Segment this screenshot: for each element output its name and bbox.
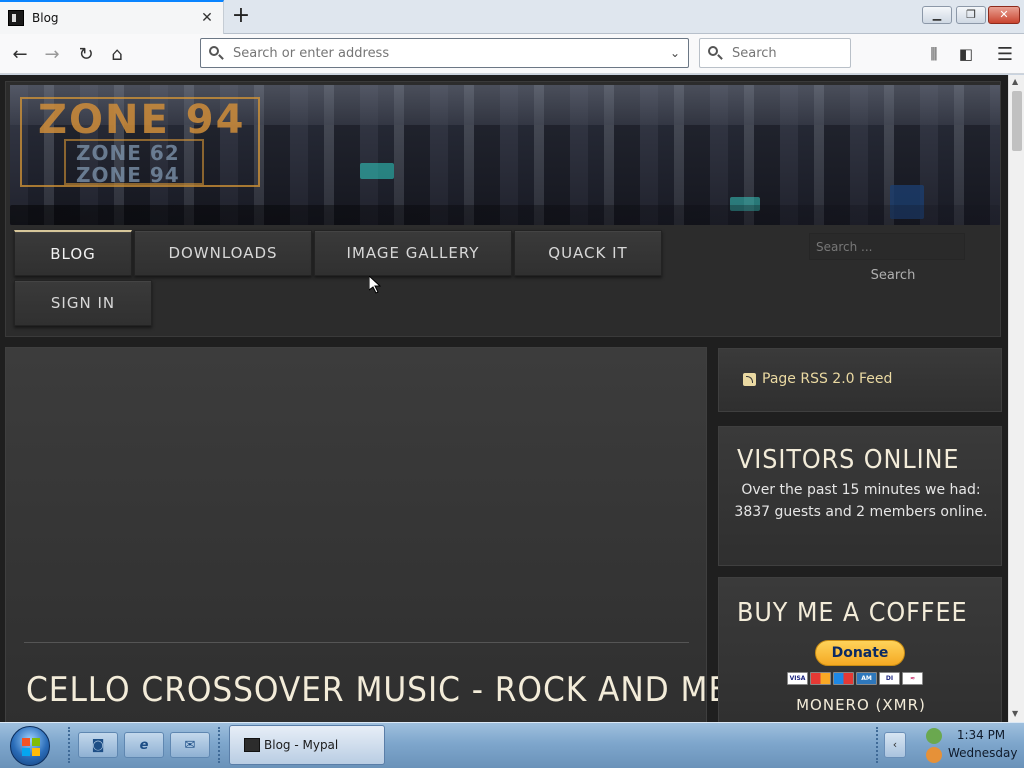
minimize-button[interactable]: ▁ <box>922 6 952 24</box>
menu-button[interactable]: ☰ <box>991 40 1019 68</box>
new-tab-button[interactable]: + <box>228 4 254 30</box>
donate-button[interactable]: Donate <box>815 640 905 666</box>
system-clock[interactable]: 1:34 PM Wednesday <box>948 726 1018 762</box>
tray-expand-button[interactable]: ‹ <box>884 732 906 758</box>
forward-arrow-icon: → <box>44 43 60 65</box>
header-banner-image: ZONE 94 ZONE 62 ZONE 94 <box>10 85 1000 225</box>
visitors-online-widget: VISITORS ONLINE Over the past 15 minutes… <box>718 426 1002 566</box>
logo-subtitle-1: ZONE 62 <box>76 141 180 165</box>
close-window-button[interactable]: ✕ <box>988 6 1020 24</box>
mail-icon: ✉ <box>184 737 196 753</box>
logo-subtitle-2: ZONE 94 <box>76 163 180 187</box>
search-icon <box>209 46 223 60</box>
monero-label: MONERO (XMR) <box>796 696 926 714</box>
network-icon[interactable] <box>926 728 942 744</box>
address-bar[interactable]: ⌄ <box>200 38 689 68</box>
scroll-down-icon[interactable]: ▼ <box>1012 709 1018 718</box>
reload-icon: ↻ <box>78 43 94 65</box>
restore-button[interactable]: ❐ <box>956 6 986 24</box>
forward-button[interactable]: → <box>38 40 66 68</box>
site-header: ZONE 94 ZONE 62 ZONE 94 BLOG DOWNLOADS I… <box>5 81 1001 337</box>
menu-item-blog[interactable]: BLOG <box>14 230 132 276</box>
windows-logo-icon <box>22 738 40 756</box>
nav-toolbar: ← → ↻ ⌂ ⌄ ⫼ ◧ ☰ <box>0 34 1024 74</box>
hamburger-menu-icon: ☰ <box>996 43 1014 65</box>
sidebar-button[interactable]: ◧ <box>952 40 980 68</box>
library-button[interactable]: ⫼ <box>920 40 948 68</box>
amex-card-icon: AM <box>856 672 877 685</box>
start-button[interactable] <box>10 726 50 766</box>
site-logo[interactable]: ZONE 94 <box>38 97 245 143</box>
quicklaunch-show-desktop[interactable]: ◙ <box>78 732 118 758</box>
rss-icon <box>743 372 756 386</box>
back-arrow-icon: ← <box>12 43 28 65</box>
site-favicon-icon <box>8 10 24 26</box>
page-viewport: ZONE 94 ZONE 62 ZONE 94 BLOG DOWNLOADS I… <box>0 75 1008 722</box>
rss-feed-link[interactable]: Page RSS 2.0 Feed <box>743 371 892 387</box>
article-panel: CELLO CROSSOVER MUSIC - ROCK AND METAL <box>5 347 786 722</box>
menu-item-image-gallery[interactable]: IMAGE GALLERY <box>314 230 512 276</box>
home-button[interactable]: ⌂ <box>103 40 131 68</box>
tab-title: Blog <box>32 11 59 25</box>
chevron-down-icon[interactable]: ⌄ <box>662 46 688 60</box>
desktop-icon: ◙ <box>91 737 105 753</box>
tray-chevron-icon: ‹ <box>892 738 898 751</box>
menu-item-downloads[interactable]: DOWNLOADS <box>134 230 312 276</box>
address-input[interactable] <box>231 44 662 62</box>
back-button[interactable]: ← <box>6 40 34 68</box>
volume-icon[interactable] <box>926 747 942 763</box>
reload-button[interactable]: ↻ <box>72 40 100 68</box>
mouse-cursor-icon <box>369 276 381 294</box>
rss-feed-label: Page RSS 2.0 Feed <box>762 371 893 387</box>
page-scrollbar[interactable]: ▲ ▼ <box>1008 75 1024 722</box>
payment-cards: VISA AM DI ≈ <box>787 672 923 685</box>
taskbar-window-blog[interactable]: Blog - Mypal <box>229 725 385 765</box>
clock-day: Wednesday <box>948 746 1018 760</box>
internet-explorer-icon: e <box>139 737 149 753</box>
tab-blog[interactable]: Blog ✕ <box>0 0 224 34</box>
quicklaunch-mail[interactable]: ✉ <box>170 732 210 758</box>
site-search-input[interactable]: Search ... <box>809 233 965 260</box>
visa-card-icon: VISA <box>787 672 808 685</box>
visitors-online-text: Over the past 15 minutes we had: 3837 gu… <box>734 482 988 520</box>
mastercard-icon <box>810 672 831 685</box>
sidebar-icon: ◧ <box>958 45 974 63</box>
buy-me-a-coffee-heading: BUY ME A COFFEE <box>737 598 968 628</box>
article-divider <box>24 642 689 643</box>
tab-close-icon[interactable]: ✕ <box>197 10 217 26</box>
os-taskbar: ◙ e ✉ Blog - Mypal ‹ 1:34 PM Wednesday <box>0 722 1024 768</box>
browser-search-input[interactable] <box>730 44 904 62</box>
tab-strip: Blog ✕ + ▁ ❐ ✕ <box>0 0 1024 34</box>
menu-item-sign-in[interactable]: SIGN IN <box>14 280 152 326</box>
home-icon: ⌂ <box>111 43 123 65</box>
maestro-card-icon <box>833 672 854 685</box>
search-icon <box>708 46 722 60</box>
article-title[interactable]: CELLO CROSSOVER MUSIC - ROCK AND METAL <box>26 670 787 710</box>
taskbar-window-label: Blog - Mypal <box>264 738 339 752</box>
discover-card-icon: DI <box>879 672 900 685</box>
site-search-button[interactable]: Search <box>865 268 921 290</box>
menu-item-quack-it[interactable]: QUACK IT <box>514 230 662 276</box>
visitors-online-heading: VISITORS ONLINE <box>737 445 960 475</box>
mypal-app-icon <box>244 738 260 752</box>
scroll-up-icon[interactable]: ▲ <box>1012 77 1018 86</box>
library-icon: ⫼ <box>930 45 938 63</box>
browser-search-bar[interactable] <box>699 38 904 68</box>
rss-widget: Page RSS 2.0 Feed <box>718 348 1002 412</box>
buy-me-a-coffee-widget: BUY ME A COFFEE Donate VISA AM DI ≈ MONE… <box>718 577 1002 722</box>
scrollbar-thumb[interactable] <box>1012 91 1022 151</box>
bank-transfer-icon: ≈ <box>902 672 923 685</box>
quicklaunch-browser[interactable]: e <box>124 732 164 758</box>
clock-time: 1:34 PM <box>956 728 1006 742</box>
